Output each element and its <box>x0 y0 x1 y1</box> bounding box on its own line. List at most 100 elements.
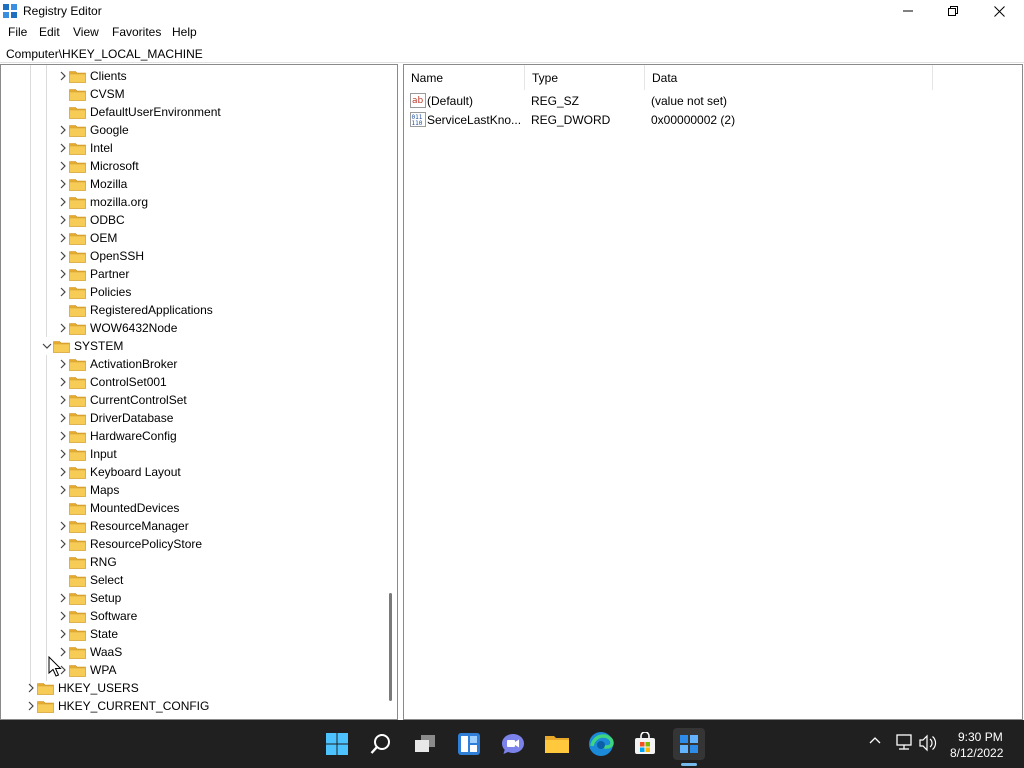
chevron-down-icon[interactable] <box>41 340 53 352</box>
column-header-name[interactable]: Name <box>404 65 525 90</box>
chevron-right-icon[interactable] <box>57 394 69 406</box>
tree-item-system-mounteddevices[interactable]: MountedDevices <box>1 499 381 517</box>
chat-button[interactable] <box>497 728 529 760</box>
tree-item-system-setup[interactable]: Setup <box>1 589 381 607</box>
clock-time[interactable]: 9:30 PM <box>958 730 1003 744</box>
tree-item-system-driverdatabase[interactable]: DriverDatabase <box>1 409 381 427</box>
chevron-right-icon[interactable] <box>57 430 69 442</box>
registry-editor-taskbar-button[interactable] <box>673 728 705 760</box>
tree-item-partner[interactable]: Partner <box>1 265 381 283</box>
search-button[interactable] <box>365 728 397 760</box>
start-button[interactable] <box>321 728 353 760</box>
tree-item-odbc[interactable]: ODBC <box>1 211 381 229</box>
active-app-indicator <box>681 763 697 766</box>
menu-edit[interactable]: Edit <box>39 25 60 39</box>
chevron-right-icon[interactable] <box>57 268 69 280</box>
tree-item-system-software[interactable]: Software <box>1 607 381 625</box>
tree-item-hkey-users[interactable]: HKEY_USERS <box>1 679 381 697</box>
column-header-type[interactable]: Type <box>525 65 645 90</box>
widgets-button[interactable] <box>453 728 485 760</box>
chevron-right-icon[interactable] <box>57 232 69 244</box>
tree-item-clients[interactable]: Clients <box>1 67 381 85</box>
chevron-right-icon[interactable] <box>57 412 69 424</box>
chevron-right-icon[interactable] <box>57 520 69 532</box>
tree-item-system-rng[interactable]: RNG <box>1 553 381 571</box>
value-row[interactable]: 011 110 ServiceLastKno... REG_DWORD 0x00… <box>404 110 1022 129</box>
tree-item-openssh[interactable]: OpenSSH <box>1 247 381 265</box>
tree-item-mozilla[interactable]: Mozilla <box>1 175 381 193</box>
folder-icon <box>69 125 86 137</box>
restore-button[interactable] <box>930 0 976 22</box>
tree-item-cvsm[interactable]: CVSM <box>1 85 381 103</box>
chevron-right-icon[interactable] <box>57 466 69 478</box>
tree-item-system-activationbroker[interactable]: ActivationBroker <box>1 355 381 373</box>
chevron-right-icon[interactable] <box>57 628 69 640</box>
tree-scrollbar-thumb[interactable] <box>389 593 392 701</box>
chevron-right-icon[interactable] <box>57 286 69 298</box>
volume-icon[interactable] <box>918 734 938 752</box>
edge-icon <box>589 732 614 756</box>
menu-favorites[interactable]: Favorites <box>112 25 161 39</box>
task-view-button[interactable] <box>409 728 441 760</box>
store-button[interactable] <box>629 728 661 760</box>
value-row[interactable]: ab (Default) REG_SZ (value not set) <box>404 91 1022 110</box>
folder-icon <box>69 269 86 281</box>
minimize-button[interactable] <box>885 0 931 22</box>
restore-icon <box>948 6 958 16</box>
tree-item-hkey-current-config[interactable]: HKEY_CURRENT_CONFIG <box>1 697 381 715</box>
tree-item-policies[interactable]: Policies <box>1 283 381 301</box>
chevron-right-icon[interactable] <box>57 376 69 388</box>
chevron-right-icon[interactable] <box>57 448 69 460</box>
tree-item-system-input[interactable]: Input <box>1 445 381 463</box>
tree-item-system[interactable]: SYSTEM <box>1 337 381 355</box>
menu-file[interactable]: File <box>8 25 27 39</box>
chevron-right-icon[interactable] <box>57 592 69 604</box>
column-header-data[interactable]: Data <box>645 65 933 90</box>
network-icon[interactable] <box>894 734 914 752</box>
tree-item-registeredapplications[interactable]: RegisteredApplications <box>1 301 381 319</box>
chevron-right-icon[interactable] <box>57 322 69 334</box>
chevron-right-icon[interactable] <box>57 358 69 370</box>
tree-item-mozilla-org[interactable]: mozilla.org <box>1 193 381 211</box>
tree-item-wow6432node[interactable]: WOW6432Node <box>1 319 381 337</box>
tree-item-intel[interactable]: Intel <box>1 139 381 157</box>
address-bar[interactable]: Computer\HKEY_LOCAL_MACHINE <box>0 44 1024 63</box>
tree-item-system-currentcontrolset[interactable]: CurrentControlSet <box>1 391 381 409</box>
chevron-right-icon[interactable] <box>57 160 69 172</box>
chevron-right-icon[interactable] <box>57 214 69 226</box>
tree-item-system-state[interactable]: State <box>1 625 381 643</box>
tree-item-system-maps[interactable]: Maps <box>1 481 381 499</box>
chevron-right-icon[interactable] <box>57 610 69 622</box>
values-pane[interactable]: Name Type Data ab (Default) REG_SZ (valu… <box>403 64 1023 720</box>
chevron-right-icon[interactable] <box>57 124 69 136</box>
address-path[interactable]: Computer\HKEY_LOCAL_MACHINE <box>6 47 203 61</box>
tree-scrollbar[interactable] <box>384 65 397 719</box>
tree-item-system-resourcemanager[interactable]: ResourceManager <box>1 517 381 535</box>
menu-help[interactable]: Help <box>172 25 197 39</box>
close-button[interactable] <box>976 0 1022 22</box>
key-tree-pane[interactable]: Clients CVSM DefaultUserEnvironment Google I… <box>0 64 398 720</box>
tree-item-system-resourcepolicystore[interactable]: ResourcePolicyStore <box>1 535 381 553</box>
tree-item-microsoft[interactable]: Microsoft <box>1 157 381 175</box>
chevron-right-icon[interactable] <box>57 70 69 82</box>
edge-button[interactable] <box>585 728 617 760</box>
chevron-right-icon[interactable] <box>25 700 37 712</box>
tree-item-system-select[interactable]: Select <box>1 571 381 589</box>
tree-item-system-keyboard-layout[interactable]: Keyboard Layout <box>1 463 381 481</box>
chevron-right-icon[interactable] <box>25 682 37 694</box>
tree-item-system-controlset001[interactable]: ControlSet001 <box>1 373 381 391</box>
chevron-right-icon[interactable] <box>57 484 69 496</box>
chevron-right-icon[interactable] <box>57 178 69 190</box>
chevron-right-icon[interactable] <box>57 250 69 262</box>
tree-item-oem[interactable]: OEM <box>1 229 381 247</box>
tree-item-system-hardwareconfig[interactable]: HardwareConfig <box>1 427 381 445</box>
menu-view[interactable]: View <box>73 25 99 39</box>
file-explorer-button[interactable] <box>541 728 573 760</box>
chevron-right-icon[interactable] <box>57 142 69 154</box>
show-hidden-icons-icon[interactable] <box>868 734 882 748</box>
chevron-right-icon[interactable] <box>57 196 69 208</box>
tree-item-defaultuserenvironment[interactable]: DefaultUserEnvironment <box>1 103 381 121</box>
chevron-right-icon[interactable] <box>57 538 69 550</box>
tree-item-google[interactable]: Google <box>1 121 381 139</box>
clock-date[interactable]: 8/12/2022 <box>950 746 1003 760</box>
